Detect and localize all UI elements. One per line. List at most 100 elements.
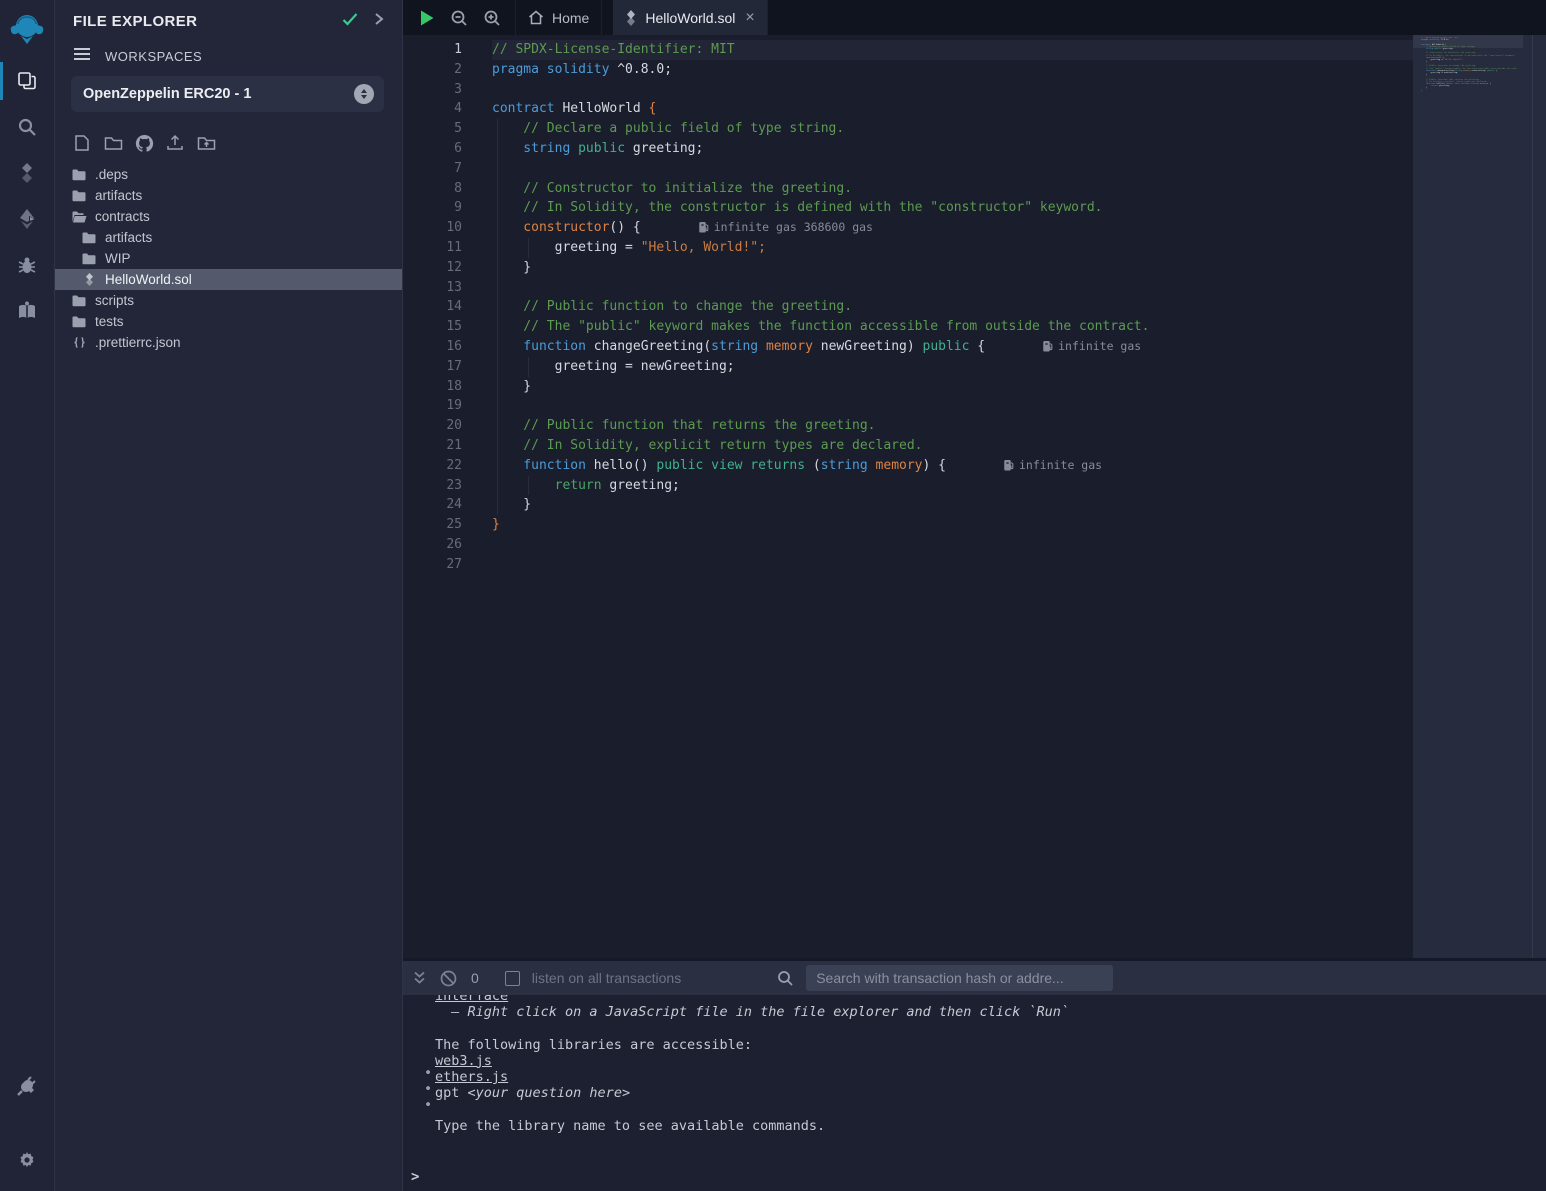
zoom-in-icon[interactable] bbox=[483, 9, 501, 27]
file-row-helloworld-sol[interactable]: HelloWorld.sol bbox=[55, 269, 402, 290]
close-tab-icon[interactable]: × bbox=[745, 10, 754, 26]
search-icon[interactable] bbox=[0, 104, 55, 150]
learneth-icon[interactable] bbox=[0, 288, 55, 334]
transaction-count-badge: 0 bbox=[471, 970, 479, 986]
line-number: 7 bbox=[403, 159, 490, 179]
new-file-icon[interactable] bbox=[71, 132, 93, 154]
file-row-wip[interactable]: WIP bbox=[55, 248, 402, 269]
chevron-right-icon[interactable] bbox=[374, 12, 384, 31]
line-number: 23 bbox=[403, 476, 490, 496]
expand-terminal-icon[interactable] bbox=[413, 971, 426, 985]
file-name: tests bbox=[95, 314, 124, 329]
settings-gear-icon[interactable] bbox=[0, 1137, 55, 1183]
terminal-line bbox=[435, 1020, 1546, 1036]
minimap-viewport[interactable] bbox=[1413, 35, 1523, 48]
zoom-out-icon[interactable] bbox=[450, 9, 468, 27]
code-line: // Public function to change the greetin… bbox=[492, 297, 1413, 317]
terminal-line: ethers.js bbox=[435, 1069, 1546, 1085]
terminal-link-ethers-js[interactable]: ethers.js bbox=[435, 1069, 508, 1085]
workspace-sort-icon[interactable] bbox=[354, 84, 374, 104]
remix-logo-icon[interactable] bbox=[0, 0, 55, 58]
code-editor[interactable]: 1234567891011121314151617181920212223242… bbox=[403, 35, 1413, 958]
terminal-prompt[interactable]: > bbox=[411, 1169, 419, 1185]
file-tree: .depsartifactscontractsartifactsWIPHello… bbox=[55, 164, 402, 353]
workspaces-label: WORKSPACES bbox=[105, 49, 202, 64]
home-icon bbox=[528, 10, 544, 25]
line-number: 21 bbox=[403, 436, 490, 456]
code-line bbox=[492, 278, 1413, 298]
line-number: 22 bbox=[403, 456, 490, 476]
code-line: } bbox=[492, 258, 1413, 278]
braces-icon bbox=[71, 337, 87, 348]
workspace-select[interactable]: OpenZeppelin ERC20 - 1 bbox=[71, 76, 384, 112]
file-row-scripts[interactable]: scripts bbox=[55, 290, 402, 311]
file-row--prettierrc-json[interactable]: .prettierrc.json bbox=[55, 332, 402, 353]
line-number: 25 bbox=[403, 515, 490, 535]
tab-label: Home bbox=[552, 10, 589, 26]
code-line: string public greeting; bbox=[492, 139, 1413, 159]
terminal-line: web3.js bbox=[435, 1053, 1546, 1069]
line-number: 11 bbox=[403, 238, 490, 258]
clear-console-icon[interactable] bbox=[440, 970, 457, 987]
panel-title: FILE EXPLORER bbox=[73, 13, 342, 30]
debugger-icon[interactable] bbox=[0, 242, 55, 288]
file-name: contracts bbox=[95, 209, 150, 224]
line-number: 17 bbox=[403, 357, 490, 377]
github-icon[interactable] bbox=[133, 132, 155, 154]
code-line bbox=[492, 555, 1413, 575]
code-line bbox=[492, 396, 1413, 416]
code-line: // Public function that returns the gree… bbox=[492, 416, 1413, 436]
terminal-line: gpt <your question here> bbox=[435, 1085, 1546, 1101]
terminal-line: The following libraries are accessible: bbox=[435, 1037, 1546, 1053]
terminal-link[interactable]: interface bbox=[435, 995, 508, 1004]
file-row-artifacts[interactable]: artifacts bbox=[55, 185, 402, 206]
upload-file-icon[interactable] bbox=[164, 132, 186, 154]
file-row-contracts[interactable]: contracts bbox=[55, 206, 402, 227]
scrollbar-track bbox=[1532, 35, 1533, 958]
code-line: function hello() public view returns (st… bbox=[492, 456, 1413, 476]
file-explorer-icon[interactable] bbox=[0, 58, 55, 104]
code-line: } bbox=[492, 515, 1413, 535]
remix-ide-window: FILE EXPLORER WORKSPACES OpenZeppelin ER… bbox=[0, 0, 1546, 1191]
code-line: // In Solidity, the constructor is defin… bbox=[492, 198, 1413, 218]
line-number: 1 bbox=[403, 40, 490, 60]
plugin-manager-icon[interactable] bbox=[0, 1063, 55, 1109]
check-icon[interactable] bbox=[342, 12, 358, 31]
line-number: 3 bbox=[403, 80, 490, 100]
line-number: 18 bbox=[403, 377, 490, 397]
file-row-tests[interactable]: tests bbox=[55, 311, 402, 332]
upload-folder-icon[interactable] bbox=[195, 132, 217, 154]
folder-open-icon bbox=[71, 211, 87, 223]
tab-helloworld-sol[interactable]: HelloWorld.sol × bbox=[613, 0, 767, 35]
run-script-icon[interactable] bbox=[419, 9, 435, 27]
terminal-search-input[interactable] bbox=[806, 965, 1113, 991]
code-line: // The "public" keyword makes the functi… bbox=[492, 317, 1413, 337]
file-name: HelloWorld.sol bbox=[105, 272, 192, 287]
line-number: 19 bbox=[403, 396, 490, 416]
line-number: 14 bbox=[403, 297, 490, 317]
new-folder-icon[interactable] bbox=[102, 132, 124, 154]
line-number: 5 bbox=[403, 119, 490, 139]
solidity-compiler-icon[interactable] bbox=[0, 150, 55, 196]
file-name: WIP bbox=[105, 251, 131, 266]
terminal-link-web3-js[interactable]: web3.js bbox=[435, 1053, 492, 1069]
line-number: 16 bbox=[403, 337, 490, 357]
code-line: // In Solidity, explicit return types ar… bbox=[492, 436, 1413, 456]
hamburger-menu-icon[interactable] bbox=[73, 47, 91, 66]
terminal-search-icon bbox=[777, 970, 794, 987]
line-number: 4 bbox=[403, 99, 490, 119]
code-line bbox=[492, 535, 1413, 555]
listen-transactions-checkbox[interactable] bbox=[505, 971, 520, 986]
tab-home[interactable]: Home bbox=[515, 0, 602, 35]
line-number: 2 bbox=[403, 60, 490, 80]
deploy-and-run-icon[interactable] bbox=[0, 196, 55, 242]
file-row-artifacts[interactable]: artifacts bbox=[55, 227, 402, 248]
code-line: greeting = "Hello, World!"; bbox=[492, 238, 1413, 258]
folder-icon bbox=[71, 295, 87, 307]
line-number: 27 bbox=[403, 555, 490, 575]
gas-estimate-hint: infinite gas bbox=[1004, 458, 1102, 472]
file-explorer-panel: FILE EXPLORER WORKSPACES OpenZeppelin ER… bbox=[55, 0, 403, 1191]
code-line: return greeting; bbox=[492, 476, 1413, 496]
file-row--deps[interactable]: .deps bbox=[55, 164, 402, 185]
file-name: scripts bbox=[95, 293, 134, 308]
